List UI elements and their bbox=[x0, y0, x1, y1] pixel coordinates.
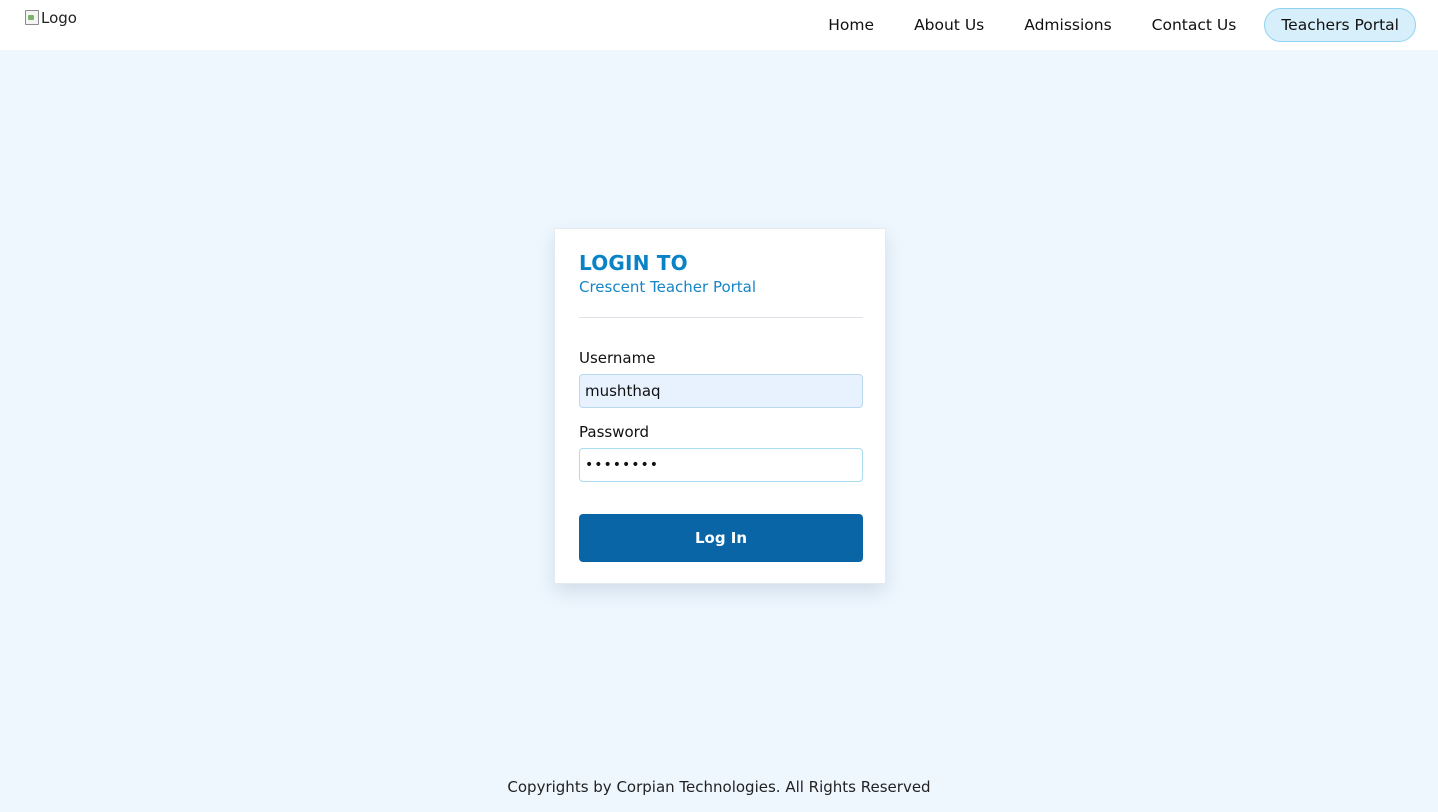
login-button[interactable]: Log In bbox=[579, 514, 863, 562]
password-label: Password bbox=[579, 423, 650, 441]
username-label: Username bbox=[579, 349, 656, 367]
nav-link-about-us[interactable]: About Us bbox=[894, 8, 1004, 42]
nav-link-home[interactable]: Home bbox=[808, 8, 894, 42]
username-input[interactable]: mushthaq bbox=[579, 374, 863, 408]
password-input[interactable]: •••••••• bbox=[579, 448, 863, 482]
broken-image-icon bbox=[24, 9, 40, 25]
card-divider bbox=[579, 317, 863, 318]
site-logo[interactable]: Logo bbox=[24, 9, 77, 27]
nav-link-admissions[interactable]: Admissions bbox=[1004, 8, 1131, 42]
main-nav: Home About Us Admissions Contact Us Teac… bbox=[808, 8, 1416, 42]
login-title: LOGIN TO bbox=[579, 251, 688, 275]
footer-copyright: Copyrights by Corpian Technologies. All … bbox=[507, 778, 931, 796]
logo-alt-text: Logo bbox=[41, 9, 77, 27]
top-navbar: Logo Home About Us Admissions Contact Us… bbox=[0, 0, 1438, 50]
login-card: LOGIN TO Crescent Teacher Portal Usernam… bbox=[554, 228, 886, 584]
login-subtitle: Crescent Teacher Portal bbox=[579, 278, 757, 296]
nav-link-teachers-portal[interactable]: Teachers Portal bbox=[1264, 8, 1416, 42]
nav-link-contact-us[interactable]: Contact Us bbox=[1132, 8, 1257, 42]
